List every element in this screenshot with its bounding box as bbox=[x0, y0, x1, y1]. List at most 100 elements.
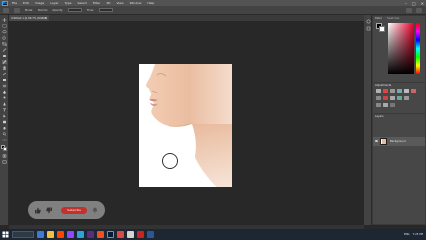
vibrance-icon[interactable] bbox=[404, 89, 409, 93]
zoom-tool-icon[interactable] bbox=[2, 132, 7, 136]
subscribe-button[interactable]: Subscribe bbox=[61, 206, 87, 214]
color-balance-icon[interactable] bbox=[376, 96, 381, 100]
clone-stamp-tool-icon[interactable] bbox=[2, 66, 7, 70]
menu-help[interactable]: Help bbox=[147, 1, 154, 5]
thumbs-down-icon[interactable] bbox=[46, 207, 53, 214]
layers-tab[interactable]: Layers bbox=[375, 115, 384, 118]
brush-settings-icon[interactable] bbox=[14, 7, 20, 13]
levels-icon[interactable] bbox=[383, 89, 388, 93]
adjustments-tab[interactable]: Adjustments bbox=[375, 84, 391, 87]
healing-brush-tool-icon[interactable] bbox=[2, 54, 7, 58]
menu-3d[interactable]: 3D bbox=[106, 1, 110, 5]
app-icon-gray[interactable] bbox=[127, 231, 134, 238]
layers-panel: Layers bbox=[373, 114, 425, 224]
eraser-tool-icon[interactable] bbox=[2, 78, 7, 82]
curves-icon[interactable] bbox=[390, 89, 395, 93]
channel-mixer-icon[interactable] bbox=[397, 96, 402, 100]
menu-select[interactable]: Select bbox=[78, 1, 87, 5]
firefox-icon[interactable] bbox=[57, 231, 64, 238]
app-icon-red[interactable] bbox=[117, 231, 124, 238]
flow-label: Flow: bbox=[87, 8, 94, 12]
opacity-field[interactable] bbox=[68, 8, 83, 12]
menu-file[interactable]: File bbox=[12, 1, 17, 5]
quick-select-tool-icon[interactable] bbox=[2, 36, 7, 40]
opacity-label: Opacity: bbox=[52, 8, 64, 12]
brush-preset-icon[interactable] bbox=[3, 7, 9, 13]
eyedropper-tool-icon[interactable] bbox=[2, 48, 7, 52]
marquee-tool-icon[interactable] bbox=[2, 24, 7, 28]
file-explorer-icon[interactable] bbox=[47, 231, 54, 238]
menu-layer[interactable]: Layer bbox=[50, 1, 58, 5]
swatches-tab[interactable]: Swatches bbox=[387, 17, 399, 20]
history-brush-tool-icon[interactable] bbox=[2, 72, 7, 76]
path-selection-tool-icon[interactable] bbox=[2, 114, 7, 118]
dodge-tool-icon[interactable] bbox=[2, 96, 7, 100]
bell-icon[interactable] bbox=[92, 207, 98, 213]
rectangle-tool-icon[interactable] bbox=[2, 120, 7, 124]
menu-view[interactable]: View bbox=[116, 1, 123, 5]
office-icon[interactable] bbox=[97, 231, 104, 238]
color-picker-field[interactable] bbox=[388, 23, 414, 74]
mode-value[interactable]: Normal bbox=[38, 9, 47, 12]
windows-start-icon[interactable] bbox=[2, 231, 9, 238]
brush-tool-icon[interactable] bbox=[2, 60, 7, 64]
crop-tool-icon[interactable] bbox=[2, 42, 7, 46]
layer-row-background[interactable]: Background bbox=[373, 137, 425, 146]
maximize-button[interactable]: □ bbox=[412, 1, 416, 6]
color-tab[interactable]: Color bbox=[375, 17, 382, 20]
eye-icon[interactable] bbox=[375, 140, 378, 142]
exposure-icon[interactable] bbox=[397, 89, 402, 93]
gradient-tool-icon[interactable] bbox=[2, 84, 7, 88]
edge-icon[interactable] bbox=[77, 231, 84, 238]
menu-edit[interactable]: Edit bbox=[23, 1, 29, 5]
mode-label: Mode: bbox=[25, 8, 33, 12]
thumbs-up-icon[interactable] bbox=[34, 207, 41, 214]
lasso-tool-icon[interactable] bbox=[2, 30, 7, 34]
brightness-icon[interactable] bbox=[376, 89, 381, 93]
blur-tool-icon[interactable] bbox=[2, 90, 7, 94]
color-lookup-icon[interactable] bbox=[404, 96, 409, 100]
after-effects-icon[interactable] bbox=[87, 231, 94, 238]
document-canvas[interactable] bbox=[139, 64, 232, 187]
properties-panel-icon[interactable] bbox=[366, 26, 371, 31]
language-indicator[interactable]: ENG bbox=[404, 233, 410, 236]
workspace-icon[interactable] bbox=[416, 8, 422, 13]
screen-mode-icon[interactable] bbox=[2, 160, 7, 164]
menu-type[interactable]: Type bbox=[65, 1, 72, 5]
search-icon[interactable] bbox=[406, 8, 412, 13]
photo-filter-icon[interactable] bbox=[390, 96, 395, 100]
history-panel-icon[interactable] bbox=[366, 19, 371, 24]
clock[interactable]: 7:25 PM bbox=[413, 233, 423, 236]
premiere-icon[interactable] bbox=[67, 231, 74, 238]
flow-field[interactable] bbox=[98, 8, 113, 12]
background-color-swatch[interactable] bbox=[3, 147, 7, 151]
panel-icon-strip bbox=[364, 15, 372, 225]
hue-saturation-icon[interactable] bbox=[411, 89, 416, 93]
pen-tool-icon[interactable] bbox=[2, 102, 7, 106]
taskbar-search-box[interactable] bbox=[12, 231, 34, 238]
close-tab-icon[interactable]: × bbox=[44, 16, 47, 20]
youtube-icon[interactable] bbox=[137, 231, 144, 238]
black-white-icon[interactable] bbox=[383, 96, 388, 100]
task-view-icon[interactable] bbox=[37, 231, 44, 238]
subscribe-overlay: Subscribe bbox=[28, 201, 105, 219]
close-button[interactable]: ✕ bbox=[421, 1, 424, 6]
posterize-icon[interactable] bbox=[383, 103, 388, 107]
hue-slider[interactable] bbox=[416, 23, 420, 74]
panel-background-swatch[interactable] bbox=[379, 26, 385, 32]
type-tool-icon[interactable] bbox=[2, 108, 7, 112]
app-icon-blue[interactable] bbox=[147, 231, 154, 238]
photoshop-taskbar-icon[interactable] bbox=[107, 231, 114, 238]
threshold-icon[interactable] bbox=[390, 103, 395, 107]
hand-tool-icon[interactable] bbox=[2, 126, 7, 130]
menu-image[interactable]: Image bbox=[35, 1, 44, 5]
invert-icon[interactable] bbox=[376, 103, 381, 107]
quick-mask-icon[interactable] bbox=[2, 154, 7, 158]
menu-window[interactable]: Window bbox=[130, 1, 142, 5]
taskbar: ENG 7:25 PM bbox=[0, 229, 426, 240]
move-tool-icon[interactable] bbox=[2, 18, 7, 22]
minimize-button[interactable]: – bbox=[405, 1, 407, 6]
menu-filter[interactable]: Filter bbox=[93, 1, 100, 5]
photoshop-logo[interactable]: Ps bbox=[2, 0, 8, 6]
more-tools-icon[interactable] bbox=[2, 138, 7, 142]
